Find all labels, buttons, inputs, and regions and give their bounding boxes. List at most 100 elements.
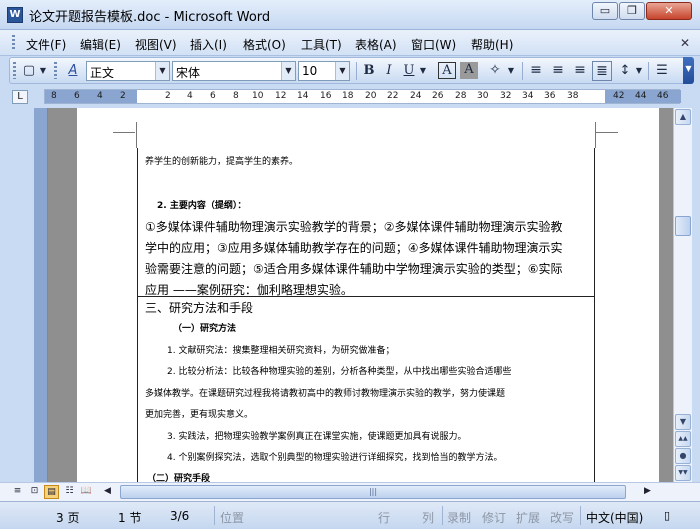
- menu-view[interactable]: 视图(V): [135, 36, 177, 53]
- horizontal-ruler[interactable]: 8 6 4 2 2 4 6 8 10 12 14 16 18 20 22 24 …: [44, 89, 681, 104]
- crop-mark: [595, 122, 596, 148]
- menu-file[interactable]: 文件(F): [26, 36, 66, 53]
- paragraph-line: 1. 文献研究法：搜集整理相关研究资料，为研究做准备；: [167, 346, 395, 356]
- ruler-tick: 16: [320, 91, 332, 101]
- reading-layout-icon[interactable]: 📖: [79, 485, 94, 499]
- ruler-tick: 4: [97, 91, 103, 101]
- word-app-icon[interactable]: W: [7, 7, 23, 23]
- ruler-tick: 24: [410, 91, 422, 101]
- status-language[interactable]: 中文(中国): [586, 509, 643, 526]
- ruler-tick: 4: [187, 91, 193, 101]
- style-value: 正文: [90, 66, 115, 80]
- select-browse-object-icon[interactable]: ●: [675, 448, 691, 464]
- scroll-down-icon[interactable]: ▼: [675, 414, 691, 430]
- toolbar-separator: [356, 62, 357, 80]
- ruler-tick: 22: [387, 91, 399, 101]
- section-heading: 2. 主要内容（提纲）：: [157, 201, 247, 211]
- ruler-tick: 6: [210, 91, 216, 101]
- status-track-changes[interactable]: 修订: [482, 509, 506, 526]
- chevron-down-icon[interactable]: ▼: [335, 62, 349, 80]
- new-document-icon[interactable]: ▢: [20, 61, 38, 81]
- menu-table[interactable]: 表格(A): [355, 36, 397, 53]
- scroll-left-icon[interactable]: ◀: [100, 485, 115, 499]
- next-page-icon[interactable]: ▼▼: [675, 465, 691, 481]
- toolbar-options-icon[interactable]: ▼: [683, 57, 694, 84]
- ruler-tick: 34: [522, 91, 534, 101]
- menu-window[interactable]: 窗口(W): [411, 36, 456, 53]
- ruler-tick: 46: [657, 91, 669, 101]
- menu-edit[interactable]: 编辑(E): [80, 36, 121, 53]
- char-shading-button[interactable]: A: [460, 62, 478, 79]
- status-overtype[interactable]: 改写: [550, 509, 574, 526]
- vertical-scroll-thumb[interactable]: [675, 216, 691, 236]
- print-layout-icon[interactable]: ▤: [44, 485, 59, 499]
- align-center-icon[interactable]: ≡: [548, 61, 568, 81]
- align-right-icon[interactable]: ≡: [570, 61, 590, 81]
- document-page[interactable]: 养学生的创新能力，提高学生的素养。 2. 主要内容（提纲）： ①多媒体课件辅助物…: [77, 108, 659, 482]
- status-separator: [580, 506, 581, 525]
- tab-selector[interactable]: L: [12, 90, 28, 104]
- minimize-button[interactable]: ▭: [592, 2, 618, 20]
- font-size-select[interactable]: 10 ▼: [298, 61, 350, 81]
- subsection-heading: （一）研究方法: [173, 324, 237, 334]
- ruler-tick: 10: [252, 91, 264, 101]
- ruler-tick: 20: [365, 91, 377, 101]
- char-border-button[interactable]: A: [438, 62, 456, 79]
- horizontal-scrollbar-row: ≡ ⊡ ▤ ☷ 📖 ◀ ||| ▶: [0, 482, 700, 501]
- ruler-tick: 26: [432, 91, 444, 101]
- window-title: 论文开题报告模板.doc - Microsoft Word: [29, 10, 271, 25]
- line-spacing-icon[interactable]: ↕: [616, 61, 634, 81]
- toolbar-grip[interactable]: [13, 62, 16, 79]
- status-extend[interactable]: 扩展: [516, 509, 540, 526]
- toolbar-grip-2[interactable]: [54, 62, 57, 79]
- subsection-heading: （二）研究手段: [147, 474, 211, 482]
- numbering-icon[interactable]: ☰: [652, 61, 672, 81]
- menubar-close-icon[interactable]: ✕: [680, 36, 690, 50]
- italic-button[interactable]: I: [380, 61, 398, 81]
- formatting-toolbar: ▢ ▼ A 正文 ▼ 宋体 ▼ 10 ▼ B I U ▼ A A ✧ ▼ ≡ ≡…: [9, 57, 692, 84]
- scroll-right-icon[interactable]: ▶: [640, 485, 655, 499]
- vertical-scrollbar[interactable]: ▲ ▼ ▲▲ ● ▼▼: [673, 108, 692, 482]
- style-select[interactable]: 正文 ▼: [86, 61, 170, 81]
- char-scaling-icon[interactable]: ✧: [484, 61, 506, 81]
- ruler-tick: 36: [544, 91, 556, 101]
- menu-tools[interactable]: 工具(T): [301, 36, 342, 53]
- outline-view-icon[interactable]: ☷: [62, 485, 77, 499]
- font-value: 宋体: [176, 66, 201, 80]
- menu-help[interactable]: 帮助(H): [471, 36, 513, 53]
- scaling-dropdown-icon[interactable]: ▼: [506, 61, 516, 81]
- chevron-down-icon[interactable]: ▼: [155, 62, 169, 80]
- paragraph-line: 多媒体教学。在课题研究过程我将请教初高中的教师讨教物理演示实验的教学，努力使课题: [145, 389, 506, 399]
- previous-page-icon[interactable]: ▲▲: [675, 431, 691, 447]
- menu-format[interactable]: 格式(O): [243, 36, 286, 53]
- menu-insert[interactable]: 插入(I): [190, 36, 227, 53]
- status-separator: [214, 506, 215, 525]
- maximize-button[interactable]: ❐: [619, 2, 645, 20]
- web-layout-icon[interactable]: ⊡: [27, 485, 42, 499]
- menubar-grip[interactable]: [12, 35, 15, 51]
- font-select[interactable]: 宋体 ▼: [172, 61, 296, 81]
- vertical-ruler[interactable]: [34, 108, 48, 482]
- underline-button[interactable]: U: [400, 61, 418, 81]
- close-button[interactable]: ✕: [646, 2, 692, 20]
- styles-pane-icon[interactable]: A: [63, 61, 83, 81]
- font-size-value: 10: [302, 64, 318, 78]
- status-bar: 3 页 1 节 3/6 位置 行 列 录制 修订 扩展 改写 中文(中国) ▯: [0, 501, 700, 529]
- paragraph-line: 3. 实践法，把物理实验教学案例真正在课堂实施，使课题更加具有说服力。: [167, 432, 467, 442]
- spelling-status-icon[interactable]: ▯: [664, 509, 670, 522]
- normal-view-icon[interactable]: ≡: [10, 485, 25, 499]
- bold-button[interactable]: B: [360, 61, 378, 81]
- paragraph-line: ①多媒体课件辅助物理演示实验教学的背景；②多媒体课件辅助物理演示实验教: [145, 220, 563, 234]
- new-doc-dropdown-icon[interactable]: ▼: [38, 61, 48, 81]
- horizontal-scroll-thumb[interactable]: |||: [120, 485, 626, 499]
- underline-dropdown-icon[interactable]: ▼: [418, 61, 428, 81]
- chevron-down-icon[interactable]: ▼: [281, 62, 295, 80]
- line-spacing-dropdown-icon[interactable]: ▼: [634, 61, 644, 81]
- scroll-up-icon[interactable]: ▲: [675, 109, 691, 125]
- status-record[interactable]: 录制: [447, 509, 471, 526]
- ruler-tick: 32: [500, 91, 512, 101]
- status-separator: [442, 506, 443, 525]
- justify-icon[interactable]: ≣: [592, 61, 612, 81]
- ruler-tick: 12: [275, 91, 287, 101]
- align-left-icon[interactable]: ≡: [526, 61, 546, 81]
